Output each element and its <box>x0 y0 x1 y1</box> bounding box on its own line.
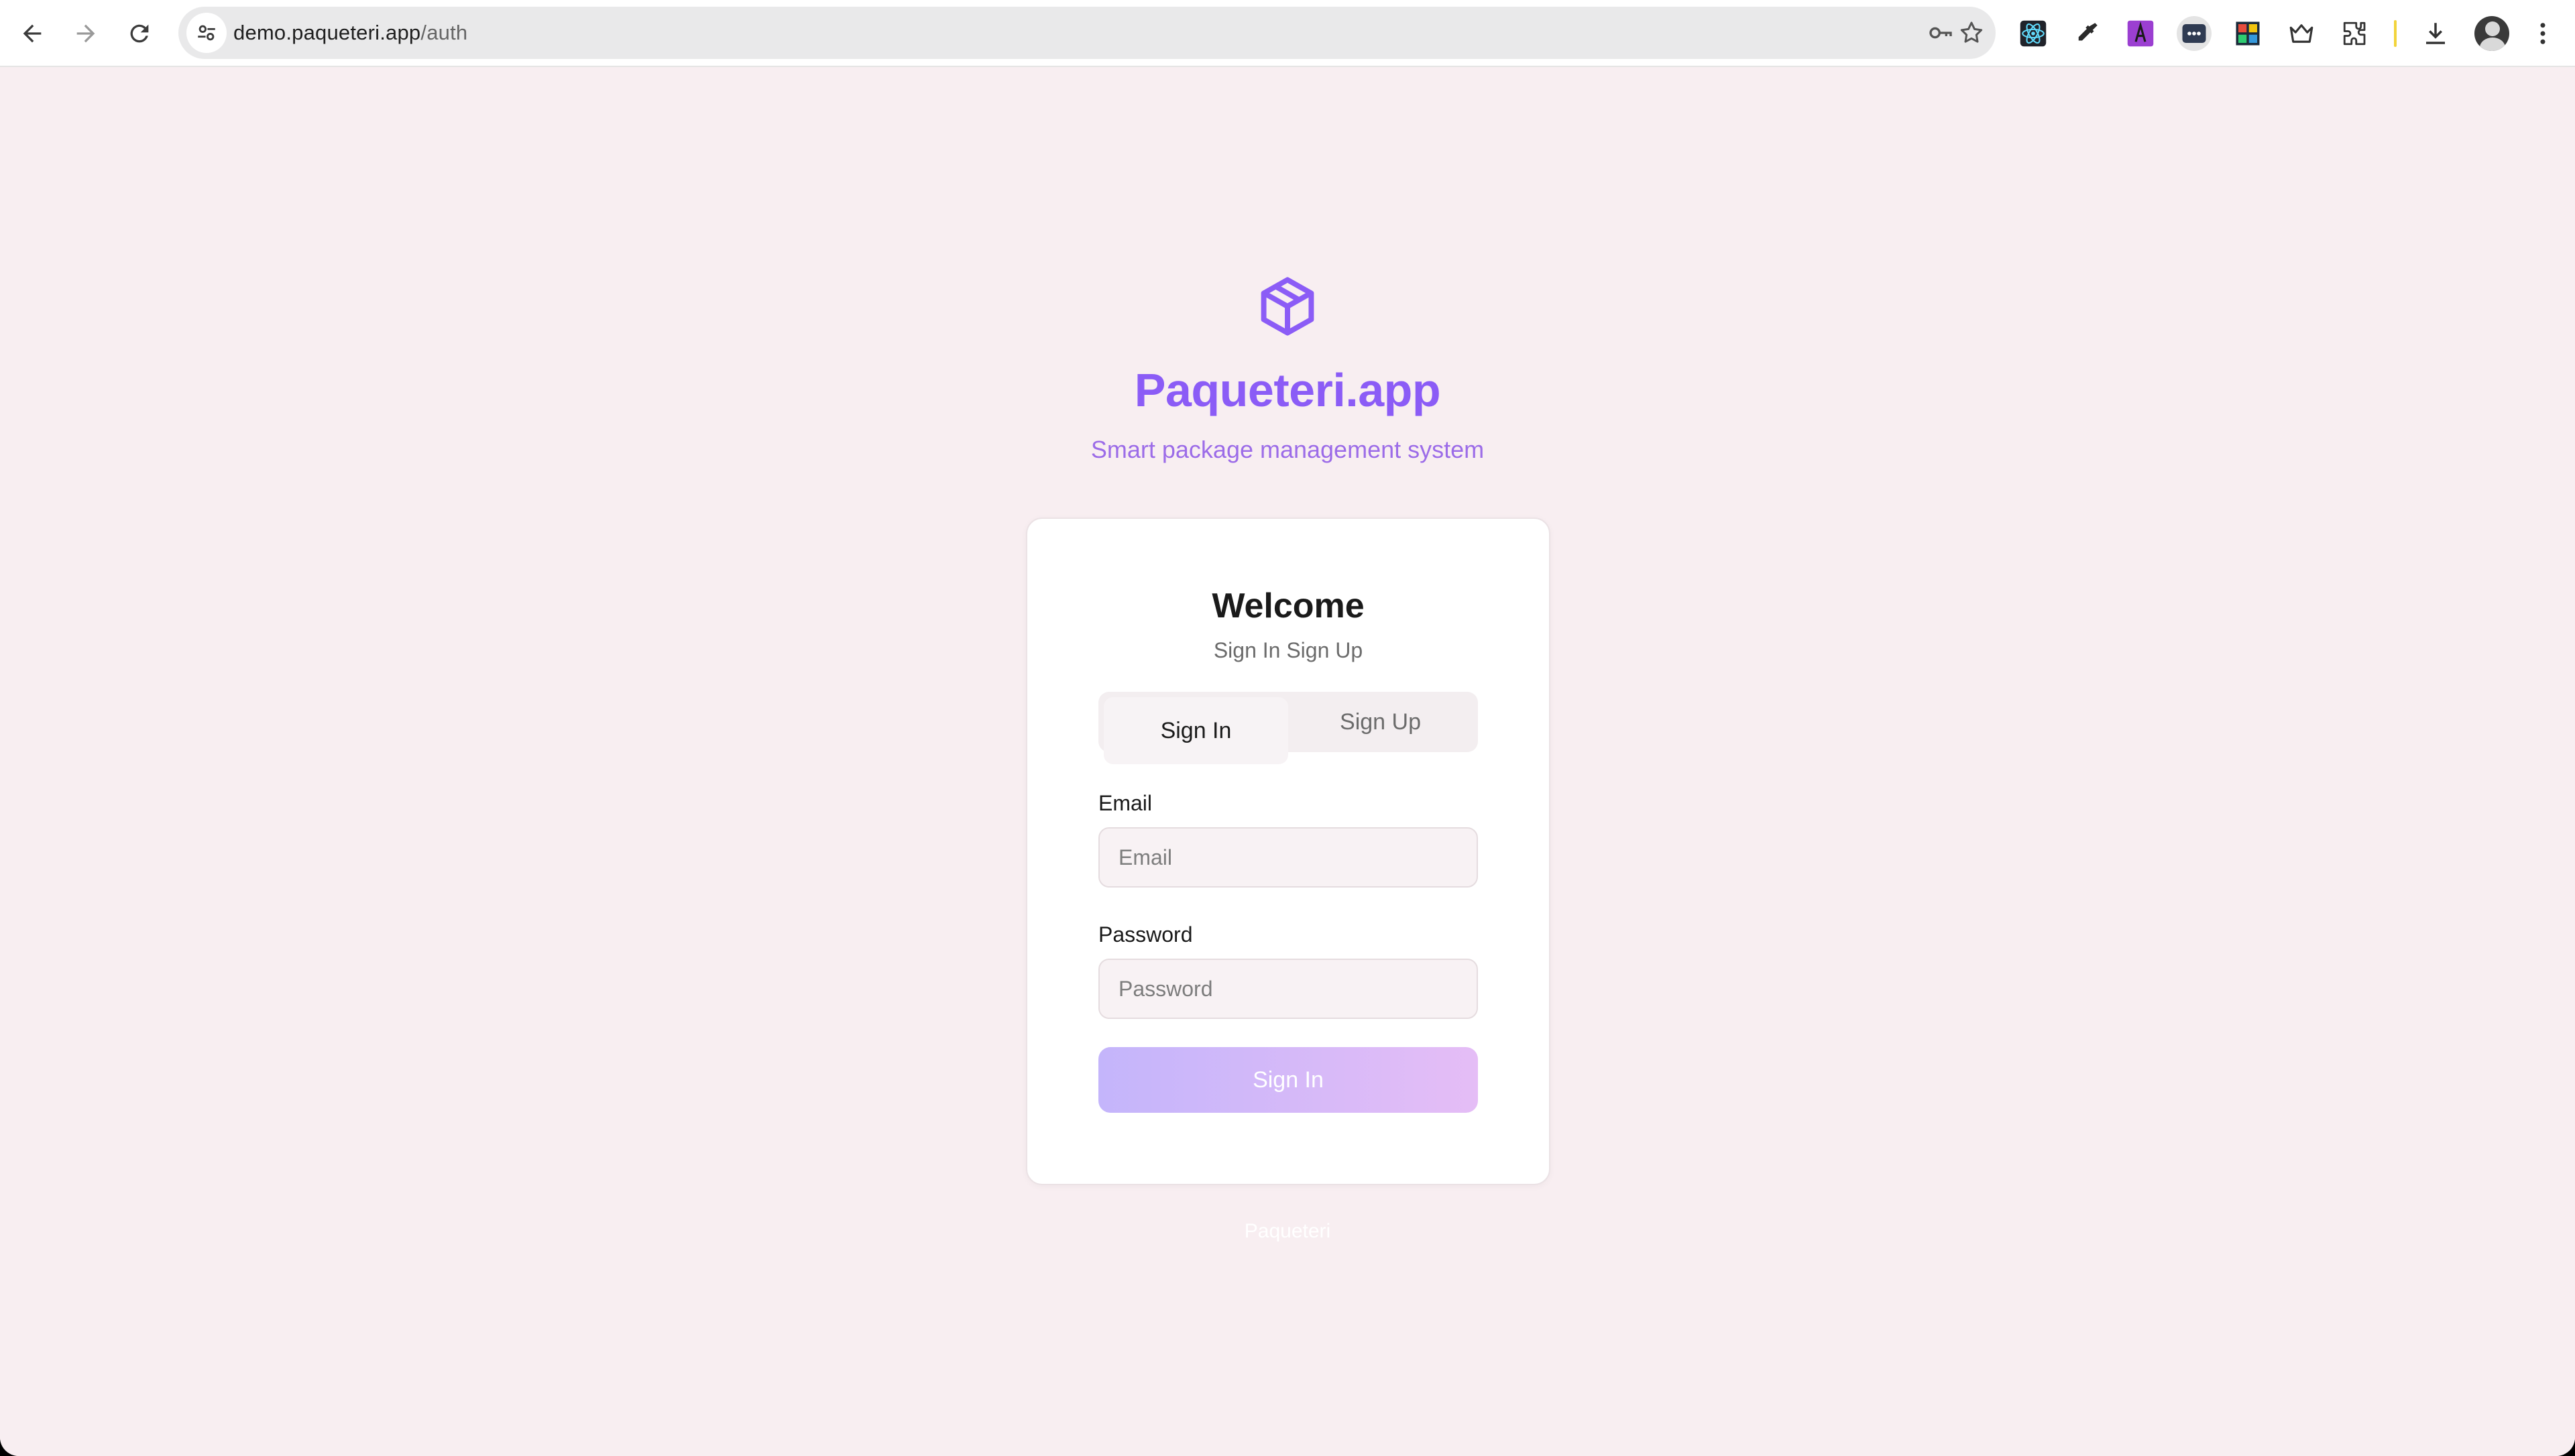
package-icon <box>1261 277 1314 336</box>
forward-button[interactable] <box>64 12 107 55</box>
address-bar[interactable]: demo.paqueteri.app/auth <box>178 7 1996 59</box>
sign-in-button[interactable]: Sign In <box>1098 1047 1478 1113</box>
extension-color-palette[interactable] <box>2230 16 2265 51</box>
avatar-head <box>2485 21 2500 36</box>
url-path: /auth <box>420 21 468 44</box>
browser-menu-button[interactable] <box>2525 16 2560 51</box>
dots-icon <box>2182 24 2206 43</box>
email-label: Email <box>1098 791 1153 815</box>
eyedropper-icon <box>2078 23 2098 41</box>
auth-tabs: Sign In Sign Up <box>1098 692 1478 764</box>
color-palette-icon <box>2236 21 2260 46</box>
extension-react-devtools[interactable] <box>2016 16 2051 51</box>
extension-dots[interactable] <box>2177 16 2212 51</box>
auth-page: Paqueteri.app Smart package management s… <box>0 68 2575 1456</box>
back-button[interactable] <box>11 12 54 55</box>
tab-sign-in[interactable]: Sign In <box>1104 697 1288 764</box>
url-text[interactable]: demo.paqueteri.app/auth <box>233 7 467 59</box>
react-devtools-icon <box>2020 20 2047 47</box>
downloads-button[interactable] <box>2418 16 2453 51</box>
app-tagline: Smart package management system <box>1090 436 1485 463</box>
tune-icon <box>198 25 215 41</box>
extension-font[interactable] <box>2123 16 2158 51</box>
bookmark-button[interactable] <box>1957 18 1986 48</box>
profile-avatar[interactable] <box>2474 16 2509 51</box>
reload-icon <box>130 24 149 43</box>
download-icon <box>2426 23 2445 44</box>
url-host: demo.paqueteri.app <box>233 21 421 44</box>
puzzle-icon <box>2343 21 2366 46</box>
arrow-right-icon <box>76 24 95 43</box>
app-name: Paqueteri.app <box>1134 364 1441 416</box>
browser-window: demo.paqueteri.app/auth Paqueteri.app Sm… <box>0 0 2575 1456</box>
footer-note: Paqueteri <box>1244 1220 1331 1242</box>
toolbar-separator <box>2394 20 2397 47</box>
auth-card: Welcome Sign In Sign Up Sign In Sign Up … <box>1026 518 1550 1185</box>
password-field[interactable] <box>1098 959 1478 1019</box>
avatar-body <box>2480 38 2505 51</box>
more-vert-icon <box>2540 23 2545 44</box>
key-icon <box>1929 27 1952 39</box>
card-description: Sign In Sign Up <box>1213 638 1363 662</box>
password-manager-button[interactable] <box>1926 18 1955 48</box>
font-icon <box>2127 20 2154 47</box>
extension-crown[interactable] <box>2284 16 2319 51</box>
star-icon <box>1960 21 1983 43</box>
site-info-button[interactable] <box>186 13 227 53</box>
email-field[interactable] <box>1098 827 1478 888</box>
card-title: Welcome <box>1212 587 1365 625</box>
browser-toolbar: demo.paqueteri.app/auth <box>0 0 2575 67</box>
crown-icon <box>2289 24 2313 43</box>
reload-button[interactable] <box>118 12 161 55</box>
arrow-left-icon <box>23 24 42 43</box>
password-label: Password <box>1098 922 1193 947</box>
tab-sign-up[interactable]: Sign Up <box>1288 697 1473 747</box>
extensions-menu-button[interactable] <box>2338 16 2372 51</box>
extension-eyedropper[interactable] <box>2069 16 2104 51</box>
